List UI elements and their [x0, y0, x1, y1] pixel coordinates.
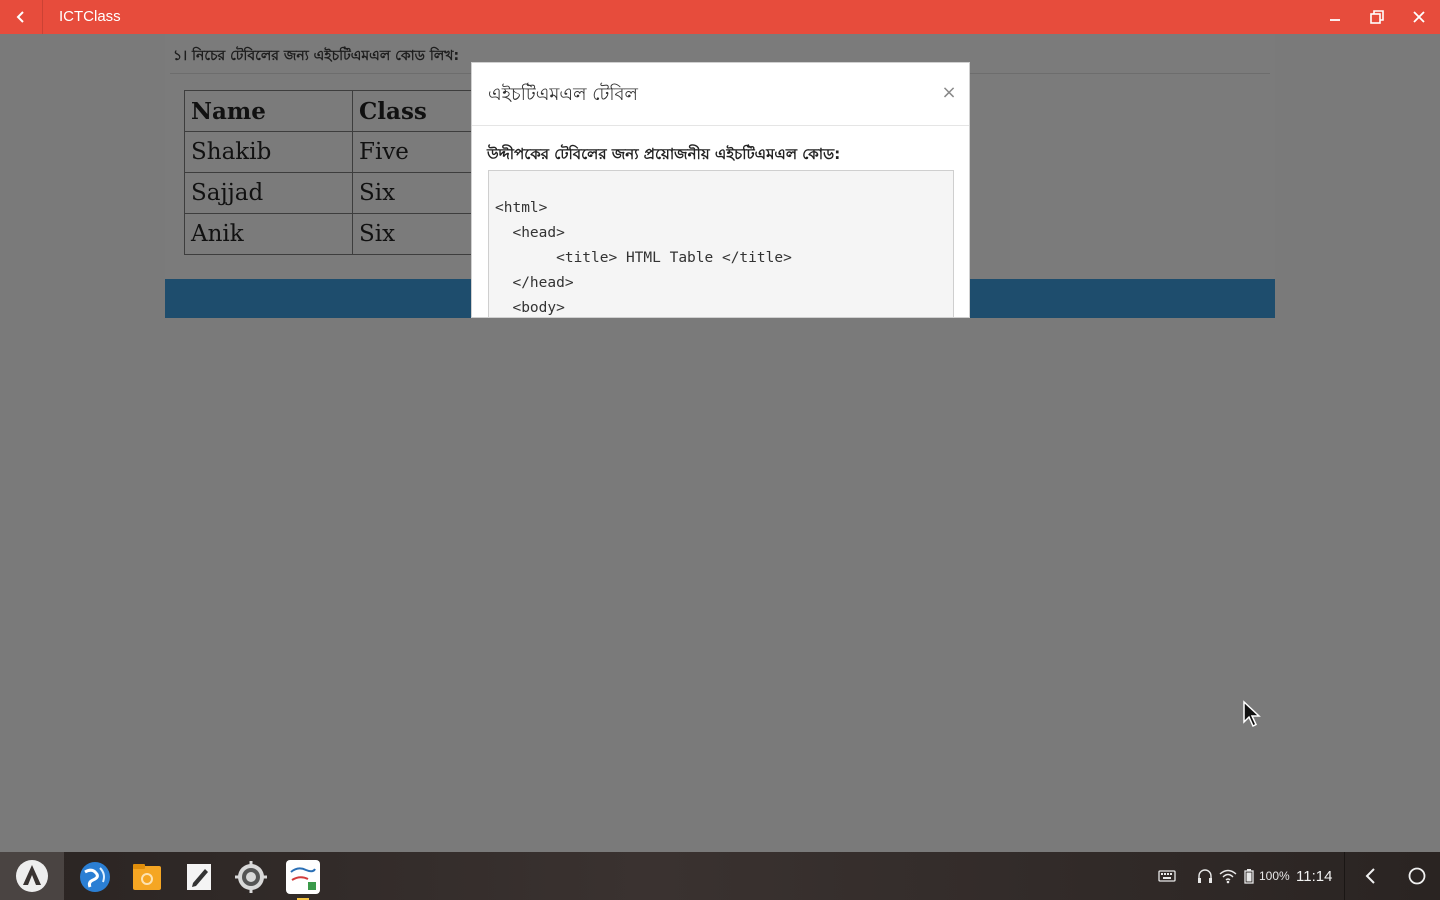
back-button[interactable] — [0, 0, 43, 34]
audio-tray[interactable] — [1197, 852, 1213, 900]
battery-icon — [1244, 869, 1254, 884]
divider — [1344, 852, 1345, 900]
headphones-icon — [1198, 869, 1212, 883]
keyboard-icon — [1158, 870, 1176, 882]
network-tray[interactable] — [1219, 852, 1237, 900]
wifi-icon — [1219, 869, 1237, 884]
html-table-modal: এইচটিএমএল টেবিল × উদ্দীপকের টেবিলের জন্য… — [471, 62, 970, 318]
table-cell: Sajjad — [184, 172, 353, 214]
settings-icon — [235, 861, 267, 893]
taskbar: 100% 11:14 — [0, 852, 1440, 900]
minimize-button[interactable] — [1314, 0, 1356, 34]
files-icon — [133, 864, 161, 890]
chevron-left-icon — [1365, 868, 1375, 884]
start-icon — [16, 860, 48, 892]
table-cell: Shakib — [184, 131, 353, 173]
taskbar-browser[interactable] — [78, 860, 112, 894]
window-title: ICTClass — [59, 8, 121, 25]
battery-tray[interactable] — [1243, 852, 1255, 900]
nav-home-button[interactable] — [1402, 852, 1432, 900]
restore-button[interactable] — [1356, 0, 1398, 34]
close-icon — [1413, 11, 1425, 23]
taskbar-settings[interactable] — [234, 860, 268, 894]
question-text: ১। নিচের টেবিলের জন্য এইচটিএমএল কোড লিখ: — [173, 48, 460, 64]
title-bar: ICTClass — [0, 0, 1440, 34]
browser-icon — [80, 862, 110, 892]
code-text: <html> <head> <title> HTML Table </title… — [495, 200, 792, 316]
ict-class-icon — [286, 860, 320, 894]
keyboard-tray[interactable] — [1158, 852, 1176, 900]
start-button[interactable] — [0, 852, 64, 900]
table-cell: Anik — [184, 213, 353, 255]
taskbar-ict-class[interactable] — [286, 860, 320, 894]
table-row: Anik Six — [184, 213, 513, 255]
taskbar-files[interactable] — [130, 860, 164, 894]
minimize-icon — [1330, 19, 1340, 21]
restore-icon — [1370, 10, 1384, 24]
modal-subtitle: উদ্দীপকের টেবিলের জন্য প্রয়োজনীয় এইচটি… — [487, 145, 841, 163]
editor-icon — [187, 864, 211, 890]
mouse-cursor-icon — [1243, 700, 1261, 728]
clock[interactable]: 11:14 — [1296, 852, 1332, 900]
home-circle-icon — [1408, 867, 1426, 885]
back-arrow-icon — [16, 11, 24, 23]
table-row: Sajjad Six — [184, 172, 513, 214]
sample-table: Name Class Shakib Five Sajjad Six Anik S… — [184, 90, 513, 255]
modal-close-button[interactable]: × — [934, 81, 964, 105]
modal-title: এইচটিএমএল টেবিল — [488, 84, 638, 105]
close-window-button[interactable] — [1398, 0, 1440, 34]
table-header-row: Name Class — [184, 90, 513, 132]
taskbar-editor[interactable] — [182, 860, 216, 894]
table-header-cell: Name — [184, 90, 353, 132]
battery-percent: 100% — [1259, 869, 1290, 883]
table-row: Shakib Five — [184, 131, 513, 173]
code-block[interactable]: <html> <head> <title> HTML Table </title… — [488, 170, 954, 317]
modal-header: এইচটিএমএল টেবিল × — [472, 63, 969, 126]
nav-back-button[interactable] — [1355, 852, 1387, 900]
